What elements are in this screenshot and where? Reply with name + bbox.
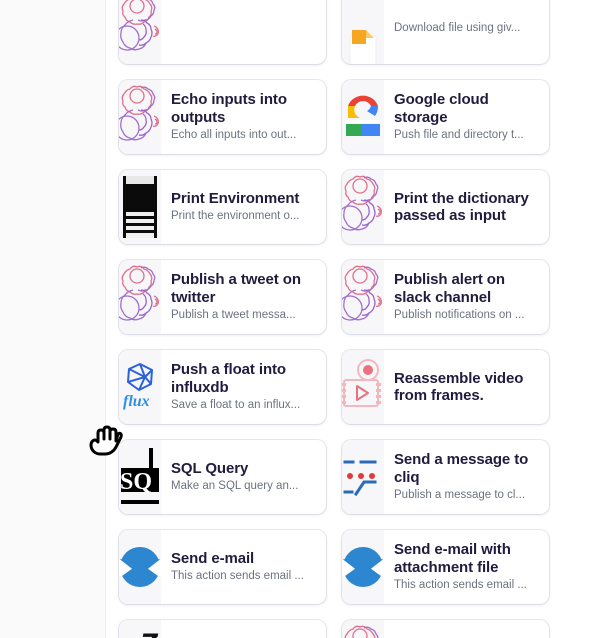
action-card-grid: Download file using giv... xyxy=(119,0,549,638)
action-card-thumbnail xyxy=(342,80,384,154)
action-card-body: String to Text FileWrite the input strin… xyxy=(384,620,549,638)
action-card[interactable] xyxy=(119,0,326,64)
action-card-body: Publish alert on slack channel Publish no… xyxy=(384,260,549,334)
left-gutter xyxy=(0,0,106,638)
action-card-description: Push file and directory t... xyxy=(394,129,541,143)
action-card-body: Print the dictionary passed as input xyxy=(384,170,549,244)
terminal-print-icon xyxy=(119,170,161,244)
action-card[interactable]: flux Push a float into influxdb Save a fl… xyxy=(119,350,326,424)
action-card-body: SQL Query Make an SQL query an... xyxy=(161,440,326,514)
google-cloud-icon xyxy=(342,80,384,154)
action-card-thumbnail xyxy=(342,350,384,424)
action-card-title: Send e-mail with attachment file xyxy=(394,541,541,576)
action-card-body: Echo inputs into outputs Echo all inputs … xyxy=(161,80,326,154)
action-card-body: Publish a tweet on twitter Publish a twee… xyxy=(161,260,326,334)
action-card-title: Publish a tweet on twitter xyxy=(171,271,318,306)
email-envelope-icon xyxy=(342,530,384,604)
action-card-body: Send a message to cliq Publish a message … xyxy=(384,440,549,514)
action-card-title: Reassemble video from frames. xyxy=(394,370,541,405)
action-card-description: This action sends email ... xyxy=(394,579,541,593)
svg-text:flux: flux xyxy=(123,393,150,410)
action-card-thumbnail: SQ xyxy=(119,440,161,514)
action-card[interactable]: Google cloud storage Push file and direct… xyxy=(342,80,549,154)
action-card-body xyxy=(161,0,326,64)
action-card-title: Print Environment xyxy=(171,190,318,208)
action-card-thumbnail xyxy=(119,0,161,64)
svg-text:SQ: SQ xyxy=(120,469,152,495)
action-card[interactable]: z Z SleepSleep for a given numb... xyxy=(119,620,326,638)
action-card-thumbnail xyxy=(342,440,384,514)
email-envelope-icon xyxy=(119,530,161,604)
gear-outline-icon xyxy=(342,260,384,334)
action-card-body: Send e-mail with attachment file This act… xyxy=(384,530,549,604)
gear-outline-icon xyxy=(119,260,161,334)
action-card[interactable]: SQ SQL Query Make an SQL query an... xyxy=(119,440,326,514)
gear-outline-icon xyxy=(342,170,384,244)
orange-file-icon xyxy=(342,0,384,64)
gear-outline-icon xyxy=(342,620,384,638)
action-card-body: Reassemble video from frames. xyxy=(384,350,549,424)
action-card-title: SQL Query xyxy=(171,460,318,478)
action-card-thumbnail: flux xyxy=(119,350,161,424)
action-card-description: Echo all inputs into out... xyxy=(171,129,318,143)
action-card-body: Print Environment Print the environment o… xyxy=(161,170,326,244)
action-card-thumbnail xyxy=(342,620,384,638)
video-film-icon xyxy=(342,350,384,424)
action-card-description: Save a float to an influx... xyxy=(171,399,318,413)
sleep-zzz-icon: z Z xyxy=(119,620,161,638)
gear-outline-icon xyxy=(119,0,161,64)
action-card-thumbnail xyxy=(342,260,384,334)
action-card-description: Print the environment o... xyxy=(171,210,318,224)
action-library-panel: Download file using giv... xyxy=(107,0,614,638)
action-card-description: Make an SQL query an... xyxy=(171,480,318,494)
action-card[interactable]: Publish alert on slack channel Publish no… xyxy=(342,260,549,334)
action-card-thumbnail xyxy=(342,0,384,64)
action-card-body: Push a float into influxdb Save a float t… xyxy=(161,350,326,424)
action-card-thumbnail xyxy=(342,530,384,604)
action-card[interactable]: Send a message to cliq Publish a message … xyxy=(342,440,549,514)
action-card[interactable]: String to Text FileWrite the input strin… xyxy=(342,620,549,638)
action-card-title: Publish alert on slack channel xyxy=(394,271,541,306)
action-card-thumbnail xyxy=(119,80,161,154)
action-card-description: This action sends email ... xyxy=(171,570,318,584)
action-card[interactable]: Send e-mail with attachment file This act… xyxy=(342,530,549,604)
action-card[interactable]: Reassemble video from frames. xyxy=(342,350,549,424)
action-card-title: Send a message to cliq xyxy=(394,451,541,486)
action-card[interactable]: Send e-mail This action sends email ... xyxy=(119,530,326,604)
action-card-title: Push a float into influxdb xyxy=(171,361,318,396)
action-card-thumbnail xyxy=(119,530,161,604)
action-card-thumbnail: z Z xyxy=(119,620,161,638)
action-card-description: Publish a tweet messa... xyxy=(171,309,318,323)
action-card-title: Echo inputs into outputs xyxy=(171,91,318,126)
action-card-body: SleepSleep for a given numb... xyxy=(161,620,326,638)
action-card[interactable]: Print Environment Print the environment o… xyxy=(119,170,326,244)
gear-outline-icon xyxy=(119,80,161,154)
influxdb-flux-icon: flux xyxy=(119,350,161,424)
action-card-thumbnail xyxy=(342,170,384,244)
sql-query-icon: SQ xyxy=(119,440,161,514)
action-card[interactable]: Print the dictionary passed as input xyxy=(342,170,549,244)
action-card-body: Send e-mail This action sends email ... xyxy=(161,530,326,604)
action-card-body: Download file using giv... xyxy=(384,0,549,64)
action-card-description: Download file using giv... xyxy=(394,22,541,36)
action-card-thumbnail xyxy=(119,170,161,244)
action-card-title: Send e-mail xyxy=(171,550,318,568)
action-card[interactable]: Download file using giv... xyxy=(342,0,549,64)
action-card-body: Google cloud storage Push file and direct… xyxy=(384,80,549,154)
action-card-thumbnail xyxy=(119,260,161,334)
action-card[interactable]: Publish a tweet on twitter Publish a twee… xyxy=(119,260,326,334)
zoho-cliq-icon xyxy=(342,440,384,514)
action-card-description: Publish notifications on ... xyxy=(394,309,541,323)
action-card[interactable]: Echo inputs into outputs Echo all inputs … xyxy=(119,80,326,154)
action-card-title: Print the dictionary passed as input xyxy=(394,190,541,225)
action-card-description: Publish a message to cl... xyxy=(394,489,541,503)
svg-text:Z: Z xyxy=(138,628,159,638)
action-card-title: Google cloud storage xyxy=(394,91,541,126)
